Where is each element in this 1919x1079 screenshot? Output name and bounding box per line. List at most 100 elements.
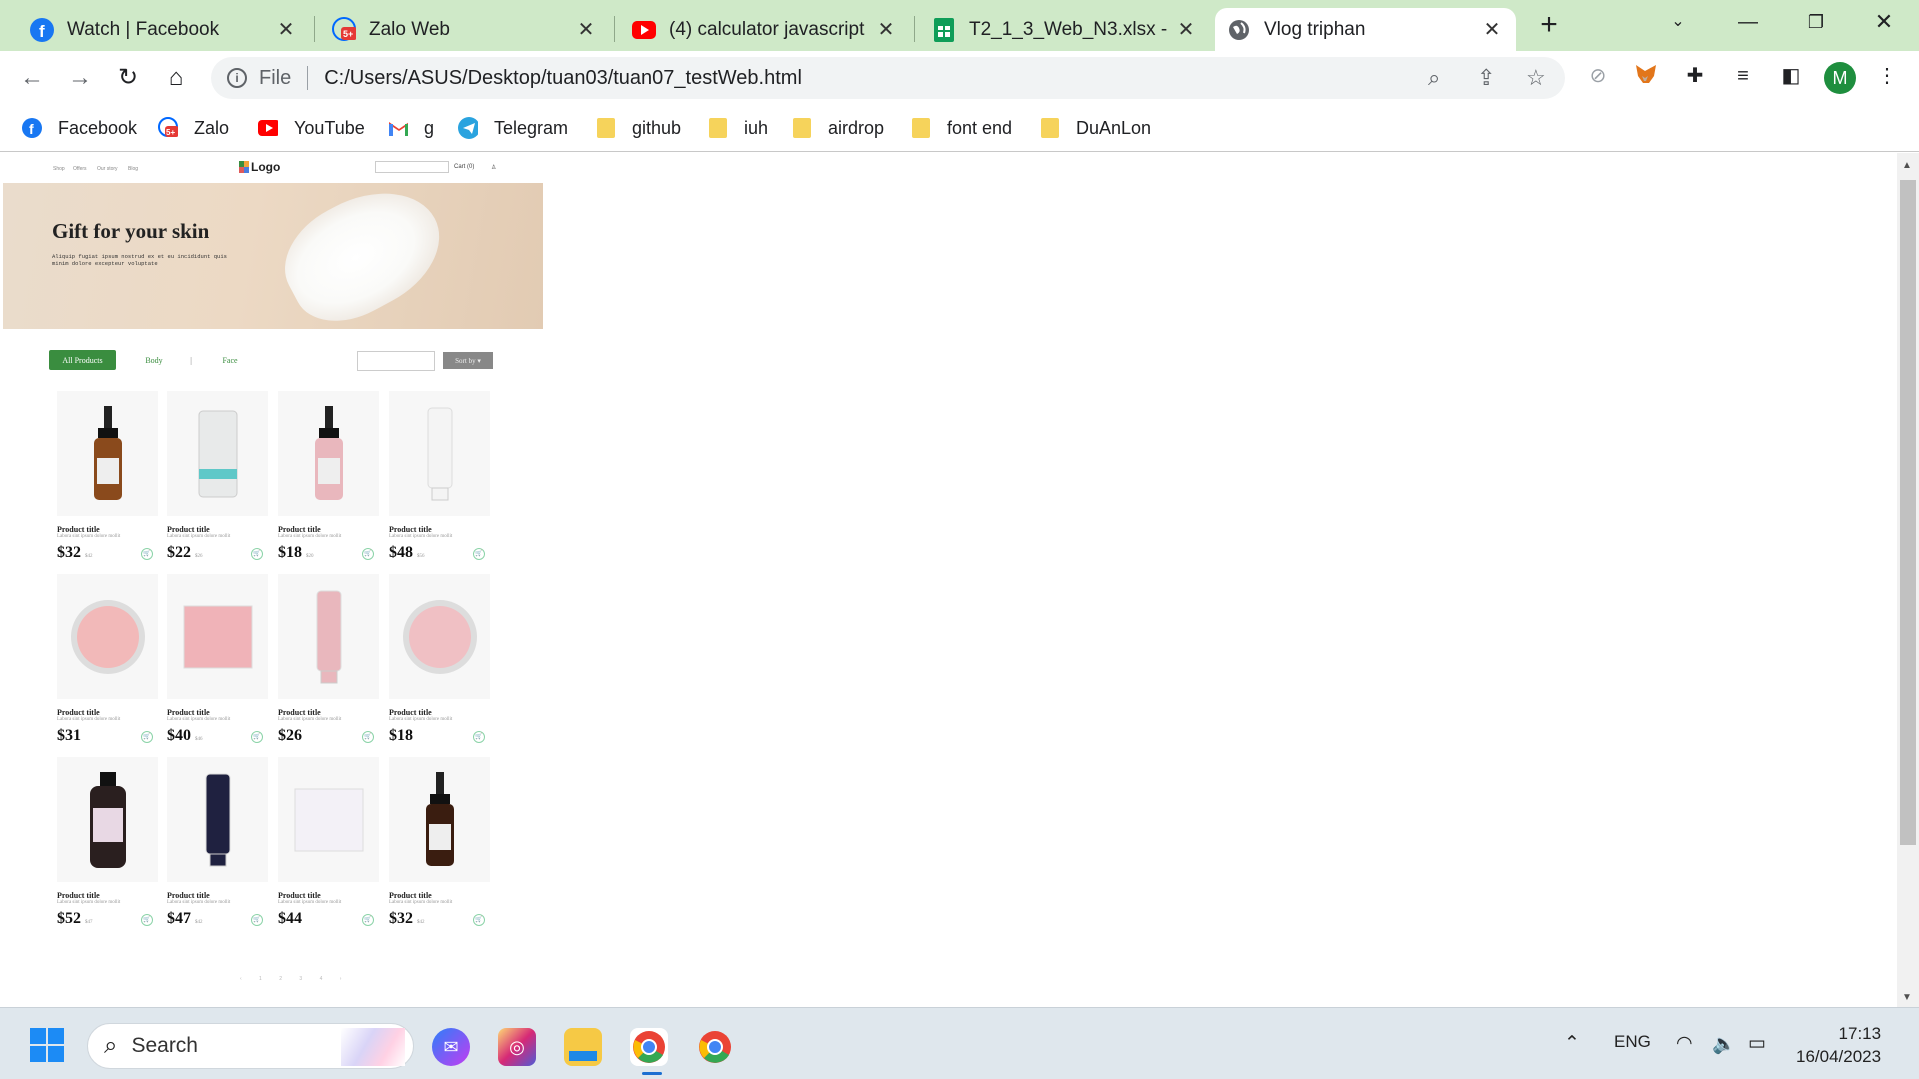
pagination[interactable]: ‹ 1 2 3 4 › bbox=[240, 976, 349, 982]
bookmark-font-end[interactable]: font end bbox=[911, 113, 1012, 143]
share-icon[interactable]: ⇪ bbox=[1477, 65, 1495, 91]
site-logo[interactable]: Logo bbox=[239, 160, 280, 174]
close-icon[interactable]: ✕ bbox=[274, 17, 298, 42]
zoom-icon[interactable]: ⌕ bbox=[1428, 65, 1440, 91]
taskbar-search[interactable]: ⌕ Search bbox=[87, 1023, 414, 1069]
volume-icon[interactable]: 🔈 bbox=[1712, 1032, 1736, 1056]
product-card[interactable]: Product title Labora sint ipsum dolore mo… bbox=[389, 391, 490, 573]
clock[interactable]: 17:13 16/04/2023 bbox=[1796, 1022, 1881, 1068]
chrome-icon[interactable] bbox=[696, 1028, 734, 1066]
product-image[interactable] bbox=[167, 574, 268, 699]
add-to-cart-icon[interactable]: 🛒 bbox=[141, 548, 153, 560]
tab-vlog-triphan[interactable]: Vlog triphan ✕ bbox=[1215, 8, 1516, 51]
product-image[interactable] bbox=[389, 391, 490, 516]
add-to-cart-icon[interactable]: 🛒 bbox=[362, 731, 374, 743]
nav-offers-link[interactable]: Offers bbox=[73, 166, 87, 172]
chrome-profile-icon[interactable] bbox=[630, 1028, 668, 1066]
close-icon[interactable]: ✕ bbox=[874, 17, 898, 42]
bookmark-star-icon[interactable]: ☆ bbox=[1526, 65, 1546, 91]
bookmark-telegram[interactable]: Telegram bbox=[458, 113, 568, 143]
product-image[interactable] bbox=[389, 757, 490, 882]
add-to-cart-icon[interactable]: 🛒 bbox=[251, 548, 263, 560]
filter-all-products[interactable]: All Products bbox=[49, 350, 116, 370]
metamask-icon[interactable] bbox=[1633, 63, 1659, 89]
bookmark-airdrop[interactable]: airdrop bbox=[792, 113, 884, 143]
restore-button[interactable]: ❐ bbox=[1786, 0, 1846, 44]
add-to-cart-icon[interactable]: 🛒 bbox=[473, 914, 485, 926]
bookmark-facebook[interactable]: f Facebook bbox=[22, 113, 137, 143]
product-card[interactable]: Product title Labora sint ipsum dolore mo… bbox=[278, 391, 379, 573]
product-card[interactable]: Product title Labora sint ipsum dolore mo… bbox=[57, 757, 158, 939]
windows-start-icon[interactable] bbox=[30, 1028, 64, 1062]
cart-link[interactable]: Cart (0) bbox=[454, 164, 474, 170]
side-panel-icon[interactable]: ◧ bbox=[1778, 63, 1804, 89]
file-explorer-icon[interactable] bbox=[564, 1028, 602, 1066]
add-to-cart-icon[interactable]: 🛒 bbox=[473, 731, 485, 743]
battery-icon[interactable]: ▭ bbox=[1748, 1032, 1766, 1055]
wifi-icon[interactable]: ◠ bbox=[1676, 1032, 1693, 1055]
scroll-up-arrow-icon[interactable]: ▲ bbox=[1902, 160, 1912, 171]
close-icon[interactable]: ✕ bbox=[1174, 17, 1198, 42]
language-indicator[interactable]: ENG bbox=[1614, 1032, 1651, 1052]
product-card[interactable]: Product title Labora sint ipsum dolore mo… bbox=[278, 757, 379, 939]
url-text[interactable]: C:/Users/ASUS/Desktop/tuan03/tuan07_test… bbox=[324, 67, 802, 90]
nav-our-story-link[interactable]: Our story bbox=[97, 166, 118, 172]
product-image[interactable] bbox=[278, 757, 379, 882]
product-image[interactable] bbox=[167, 391, 268, 516]
close-window-button[interactable]: ✕ bbox=[1854, 0, 1914, 44]
profile-avatar[interactable]: M bbox=[1824, 62, 1856, 94]
header-search-input[interactable] bbox=[375, 161, 449, 173]
user-icon[interactable]: ♙ bbox=[491, 164, 496, 171]
reload-button[interactable]: ↻ bbox=[110, 60, 146, 96]
minimize-button[interactable]: — bbox=[1718, 0, 1778, 44]
product-image[interactable] bbox=[167, 757, 268, 882]
messenger-icon[interactable]: ✉ bbox=[432, 1028, 470, 1066]
product-card[interactable]: Product title Labora sint ipsum dolore mo… bbox=[57, 574, 158, 756]
product-card[interactable]: Product title Labora sint ipsum dolore mo… bbox=[389, 574, 490, 756]
tab-facebook[interactable]: f Watch | Facebook ✕ bbox=[18, 8, 310, 51]
home-button[interactable]: ⌂ bbox=[158, 60, 194, 96]
add-to-cart-icon[interactable]: 🛒 bbox=[362, 548, 374, 560]
product-image[interactable] bbox=[57, 574, 158, 699]
close-icon[interactable]: ✕ bbox=[1480, 17, 1504, 42]
media-control-icon[interactable]: ≡ bbox=[1730, 63, 1756, 89]
scrollbar-thumb[interactable] bbox=[1900, 180, 1916, 845]
product-card[interactable]: Product title Labora sint ipsum dolore mo… bbox=[278, 574, 379, 756]
close-icon[interactable]: ✕ bbox=[574, 17, 598, 42]
add-to-cart-icon[interactable]: 🛒 bbox=[473, 548, 485, 560]
product-card[interactable]: Product title Labora sint ipsum dolore mo… bbox=[389, 757, 490, 939]
nav-shop-link[interactable]: Shop bbox=[53, 166, 65, 172]
new-tab-button[interactable]: + bbox=[1533, 10, 1565, 42]
product-card[interactable]: Product title Labora sint ipsum dolore mo… bbox=[167, 574, 268, 756]
bookmark-gmail[interactable]: g bbox=[388, 113, 434, 143]
extension-compass-icon[interactable]: ⊘ bbox=[1585, 63, 1611, 89]
product-image[interactable] bbox=[278, 391, 379, 516]
bookmark-iuh[interactable]: iuh bbox=[708, 113, 768, 143]
back-button[interactable]: ← bbox=[14, 60, 50, 96]
extensions-puzzle-icon[interactable]: ✚ bbox=[1682, 63, 1708, 89]
product-image[interactable] bbox=[389, 574, 490, 699]
tab-zalo[interactable]: 5+ Zalo Web ✕ bbox=[320, 8, 610, 51]
product-card[interactable]: Product title Labora sint ipsum dolore mo… bbox=[167, 757, 268, 939]
product-image[interactable] bbox=[57, 391, 158, 516]
sort-by-button[interactable]: Sort by ▾ bbox=[443, 352, 493, 369]
filter-body[interactable]: Body bbox=[139, 350, 169, 370]
tab-youtube[interactable]: (4) calculator javascript - Y ✕ bbox=[620, 8, 910, 51]
scroll-down-arrow-icon[interactable]: ▼ bbox=[1902, 992, 1912, 1003]
forward-button[interactable]: → bbox=[62, 60, 98, 96]
product-card[interactable]: Product title Labora sint ipsum dolore mo… bbox=[57, 391, 158, 573]
filter-face[interactable]: Face bbox=[215, 350, 245, 370]
product-image[interactable] bbox=[57, 757, 158, 882]
instagram-icon[interactable]: ◎ bbox=[498, 1028, 536, 1066]
bookmark-github[interactable]: github bbox=[596, 113, 681, 143]
add-to-cart-icon[interactable]: 🛒 bbox=[362, 914, 374, 926]
bookmark-youtube[interactable]: YouTube bbox=[258, 113, 365, 143]
add-to-cart-icon[interactable]: 🛒 bbox=[141, 731, 153, 743]
bookmark-zalo[interactable]: 5+ Zalo bbox=[158, 113, 229, 143]
nav-blog-link[interactable]: Blog bbox=[128, 166, 138, 172]
product-image[interactable] bbox=[278, 574, 379, 699]
product-search-input[interactable] bbox=[357, 351, 435, 371]
add-to-cart-icon[interactable]: 🛒 bbox=[251, 731, 263, 743]
add-to-cart-icon[interactable]: 🛒 bbox=[141, 914, 153, 926]
tab-search-chevron-icon[interactable]: ⌄ bbox=[1648, 0, 1708, 44]
